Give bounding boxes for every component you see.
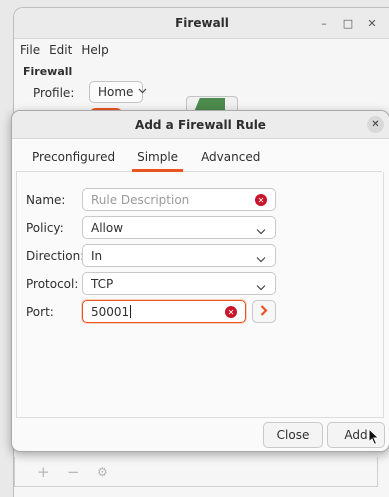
clear-icon[interactable]: ✕ — [255, 194, 267, 206]
text-cursor — [130, 305, 132, 318]
port-input[interactable]: 50001 ✕ — [82, 300, 246, 323]
port-value: 50001 — [91, 304, 130, 319]
maximize-icon[interactable]: □ — [336, 17, 360, 30]
main-window-title: Firewall — [175, 16, 229, 30]
close-icon[interactable]: ✕ — [360, 17, 384, 30]
direction-label: Direction: — [26, 249, 85, 263]
policy-dropdown[interactable]: Allow — [82, 216, 276, 239]
tab-simple[interactable]: Simple — [132, 143, 184, 172]
port-label: Port: — [26, 305, 54, 319]
firewall-section-heading: Firewall — [23, 65, 73, 78]
protocol-label: Protocol: — [26, 277, 79, 291]
direction-value: In — [91, 248, 103, 263]
chevron-down-icon — [256, 224, 266, 238]
dialog-tabs: Preconfigured Simple Advanced — [16, 143, 382, 172]
direction-dropdown[interactable]: In — [82, 244, 276, 267]
main-window-titlebar[interactable]: Firewall – □ ✕ — [14, 8, 389, 39]
tab-preconfigured[interactable]: Preconfigured — [32, 143, 115, 171]
name-input[interactable]: Rule Description ✕ — [82, 188, 276, 211]
dialog-titlebar[interactable]: Add a Firewall Rule ✕ — [12, 111, 389, 139]
add-rule-dialog: Add a Firewall Rule ✕ Preconfigured Simp… — [11, 110, 389, 452]
rules-toolbar: + − ⚙ — [14, 457, 378, 487]
chevron-down-icon — [256, 252, 266, 266]
profile-select[interactable]: Home — [89, 81, 147, 103]
chevron-down-icon — [138, 87, 147, 97]
name-label: Name: — [26, 193, 66, 207]
protocol-dropdown[interactable]: TCP — [82, 272, 276, 295]
clear-icon[interactable]: ✕ — [225, 306, 237, 318]
policy-value: Allow — [91, 220, 124, 235]
port-apply-button[interactable] — [252, 300, 276, 323]
menu-bar: File Edit Help — [14, 39, 389, 61]
menu-file[interactable]: File — [20, 43, 40, 57]
simple-rule-form: Name: Rule Description ✕ Policy: Allow Dir… — [16, 172, 384, 418]
profile-label: Profile: — [33, 86, 75, 100]
policy-label: Policy: — [26, 221, 64, 235]
menu-edit[interactable]: Edit — [49, 43, 72, 57]
minimize-icon[interactable]: – — [312, 17, 336, 30]
close-button[interactable]: Close — [263, 422, 323, 448]
minus-icon[interactable]: − — [67, 463, 97, 481]
chevron-right-icon — [260, 304, 268, 319]
menu-help[interactable]: Help — [81, 43, 108, 57]
plus-icon[interactable]: + — [37, 463, 67, 481]
gear-icon[interactable]: ⚙ — [97, 465, 127, 479]
dialog-title: Add a Firewall Rule — [135, 117, 266, 132]
protocol-value: TCP — [91, 276, 114, 291]
name-placeholder: Rule Description — [91, 192, 190, 207]
mouse-pointer-icon — [368, 428, 380, 446]
close-icon[interactable]: ✕ — [367, 116, 384, 133]
profile-value: Home — [98, 85, 134, 99]
chevron-down-icon — [256, 280, 266, 294]
tab-advanced[interactable]: Advanced — [201, 143, 260, 171]
